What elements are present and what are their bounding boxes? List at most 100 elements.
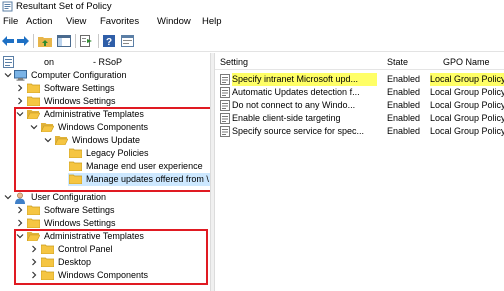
chevron-down-icon[interactable] xyxy=(4,193,12,201)
tree-root-on: on xyxy=(44,57,55,67)
folder-icon xyxy=(27,83,40,93)
chevron-right-icon[interactable] xyxy=(30,258,38,266)
tree-label: Desktop xyxy=(58,257,92,267)
tree-label: Windows Settings xyxy=(44,218,116,228)
menu-window[interactable]: Window xyxy=(157,16,191,27)
help-icon[interactable]: ? xyxy=(101,33,117,49)
setting-state: Enabled xyxy=(387,74,421,84)
gpo-name: Local Group Policy xyxy=(430,73,504,86)
tree-item-windows-settings[interactable]: Windows Settings xyxy=(0,217,210,230)
menu-action[interactable]: Action xyxy=(26,16,52,27)
tree-root[interactable]: on - RSoP xyxy=(0,56,210,69)
column-header-setting[interactable]: Setting xyxy=(220,56,248,69)
folder-icon xyxy=(41,270,54,280)
policy-setting-icon xyxy=(220,100,230,111)
tree-item-legacy-policies[interactable]: Legacy Policies xyxy=(0,147,210,160)
tree-item-software-settings[interactable]: Software Settings xyxy=(0,204,210,217)
folder-icon xyxy=(27,96,40,106)
user-icon xyxy=(15,192,25,204)
tree-item-administrative-templates[interactable]: Administrative Templates xyxy=(0,108,210,121)
tree-item-manage-end-user-experience[interactable]: Manage end user experience xyxy=(0,160,210,173)
up-folder-icon[interactable] xyxy=(37,33,53,49)
menu-view[interactable]: View xyxy=(66,16,86,27)
tree-item-windows-components[interactable]: Windows Components xyxy=(0,121,210,134)
window-title: Resultant Set of Policy xyxy=(16,1,112,12)
tree-item-computer-configuration[interactable]: Computer Configuration xyxy=(0,69,210,82)
tree-label: User Configuration xyxy=(31,192,107,202)
tree-item-control-panel[interactable]: Control Panel xyxy=(0,243,210,256)
gpo-name: Local Group Policy xyxy=(430,113,504,123)
tree-label: Windows Settings xyxy=(44,96,116,106)
tree-item-windows-components[interactable]: Windows Components xyxy=(0,269,210,282)
folder-icon xyxy=(41,257,54,267)
chevron-right-icon[interactable] xyxy=(30,245,38,253)
tree-label: Administrative Templates xyxy=(44,231,144,241)
chevron-right-icon[interactable] xyxy=(16,206,24,214)
tree-label: Computer Configuration xyxy=(31,70,127,80)
tree-label: Control Panel xyxy=(58,244,113,254)
toolbar-separator xyxy=(75,34,76,48)
menu-file[interactable]: File xyxy=(3,16,18,27)
forward-arrow-icon[interactable] xyxy=(15,33,31,49)
rsop-app-icon xyxy=(2,1,13,12)
list-row[interactable]: Automatic Updates detection f... Enabled… xyxy=(215,86,504,99)
chevron-down-icon[interactable] xyxy=(4,71,12,79)
tree-item-windows-update[interactable]: Windows Update xyxy=(0,134,210,147)
chevron-right-icon[interactable] xyxy=(30,271,38,279)
chevron-down-icon[interactable] xyxy=(44,136,52,144)
toolbar: ? xyxy=(0,30,504,52)
tree-item-user-configuration[interactable]: User Configuration xyxy=(0,191,210,204)
tree-pane: on - RSoP Computer Configuration Softwar… xyxy=(0,53,210,291)
show-hide-tree-icon[interactable] xyxy=(56,33,72,49)
tree-item-manage-updates-offered[interactable]: Manage updates offered from \ xyxy=(68,173,210,186)
back-arrow-icon[interactable] xyxy=(0,33,16,49)
tree-item-desktop[interactable]: Desktop xyxy=(0,256,210,269)
tree-label: Windows Update xyxy=(72,135,141,145)
tree-label: Software Settings xyxy=(44,205,115,215)
chevron-down-icon[interactable] xyxy=(16,110,24,118)
title-bar: Resultant Set of Policy xyxy=(0,0,504,14)
menu-favorites[interactable]: Favorites xyxy=(100,16,139,27)
column-header-gpo-name[interactable]: GPO Name xyxy=(443,56,490,69)
folder-icon xyxy=(69,161,82,171)
toolbar-separator xyxy=(98,34,99,48)
folder-open-icon xyxy=(41,123,54,132)
folder-open-icon xyxy=(27,232,40,241)
tree-item-administrative-templates[interactable]: Administrative Templates xyxy=(0,230,210,243)
toolbar-separator xyxy=(33,34,34,48)
setting-name: Automatic Updates detection f... xyxy=(232,87,360,97)
folder-icon xyxy=(69,174,82,184)
folder-icon xyxy=(27,218,40,228)
tree-label: Windows Components xyxy=(58,270,149,280)
list-row[interactable]: Specify source service for spec... Enabl… xyxy=(215,125,504,138)
chevron-down-icon[interactable] xyxy=(30,123,38,131)
rsop-root-icon xyxy=(3,56,14,68)
chevron-right-icon[interactable] xyxy=(16,219,24,227)
folder-icon xyxy=(27,205,40,215)
folder-open-icon xyxy=(55,136,68,145)
column-header-state[interactable]: State xyxy=(387,56,408,69)
chevron-right-icon[interactable] xyxy=(16,97,24,105)
setting-state: Enabled xyxy=(387,113,421,123)
folder-open-icon xyxy=(27,110,40,119)
policy-setting-icon xyxy=(220,74,230,85)
setting-name: Do not connect to any Windo... xyxy=(232,100,356,110)
tree-label: Legacy Policies xyxy=(86,148,149,158)
export-list-icon[interactable] xyxy=(79,33,95,49)
setting-name: Specify source service for spec... xyxy=(232,126,365,136)
folder-icon xyxy=(41,244,54,254)
list-row[interactable]: Specify intranet Microsoft upd... Enable… xyxy=(215,73,504,86)
folder-icon xyxy=(69,148,82,158)
menu-help[interactable]: Help xyxy=(202,16,222,27)
chevron-down-icon[interactable] xyxy=(16,232,24,240)
properties-icon[interactable] xyxy=(119,33,135,49)
tree-item-software-settings[interactable]: Software Settings xyxy=(0,82,210,95)
tree-item-windows-settings[interactable]: Windows Settings xyxy=(0,95,210,108)
menu-bar: File Action View Favorites Window Help xyxy=(0,14,504,30)
tree-label: Administrative Templates xyxy=(44,109,144,119)
list-row[interactable]: Enable client-side targeting Enabled Loc… xyxy=(215,112,504,125)
setting-name: Specify intranet Microsoft upd... xyxy=(232,73,377,86)
list-row[interactable]: Do not connect to any Windo... Enabled L… xyxy=(215,99,504,112)
setting-state: Enabled xyxy=(387,126,421,136)
chevron-right-icon[interactable] xyxy=(16,84,24,92)
